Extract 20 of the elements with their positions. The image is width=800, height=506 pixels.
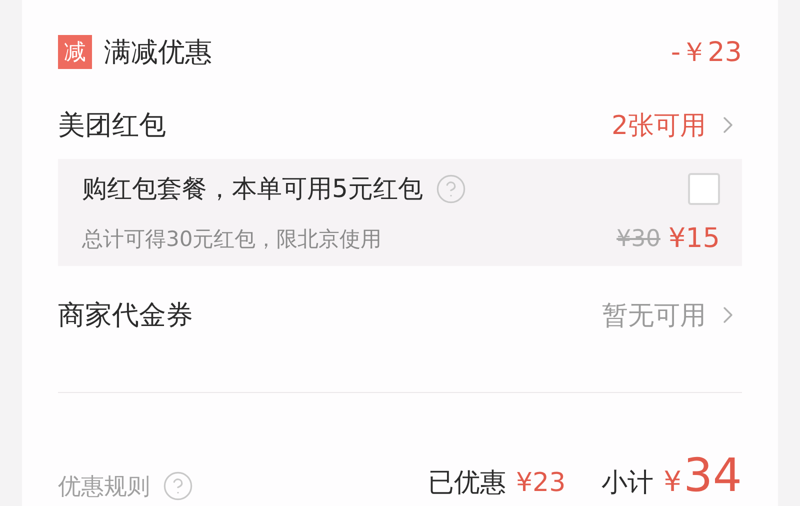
discount-label: 满减优惠 (104, 36, 212, 70)
help-icon[interactable] (162, 470, 194, 502)
package-title: 购红包套餐，本单可用5元红包 (82, 173, 423, 206)
package-subtitle: 总计可得30元红包，限北京使用 (82, 226, 382, 253)
row-label: 美团红包 (58, 109, 166, 144)
currency-sign: ¥ (664, 465, 682, 498)
package-price: ¥15 (668, 223, 720, 254)
subtotal-amount: 34 (683, 448, 742, 502)
discount-badge: 减 (58, 35, 92, 70)
subtotal-label: 小计 (602, 467, 654, 500)
help-icon[interactable] (434, 172, 467, 205)
row-value: 暂无可用 (602, 300, 706, 333)
rules-link[interactable]: 优惠规则 (58, 470, 150, 502)
package-checkbox[interactable] (688, 172, 720, 205)
row-value: 2张可用 (611, 110, 706, 143)
row-label: 商家代金券 (58, 299, 193, 334)
saved-label: 已优惠 (428, 467, 506, 500)
original-price: ¥30 (616, 226, 660, 252)
saved-amount: ¥23 (516, 468, 566, 498)
discount-amount: -￥23 (670, 36, 742, 70)
